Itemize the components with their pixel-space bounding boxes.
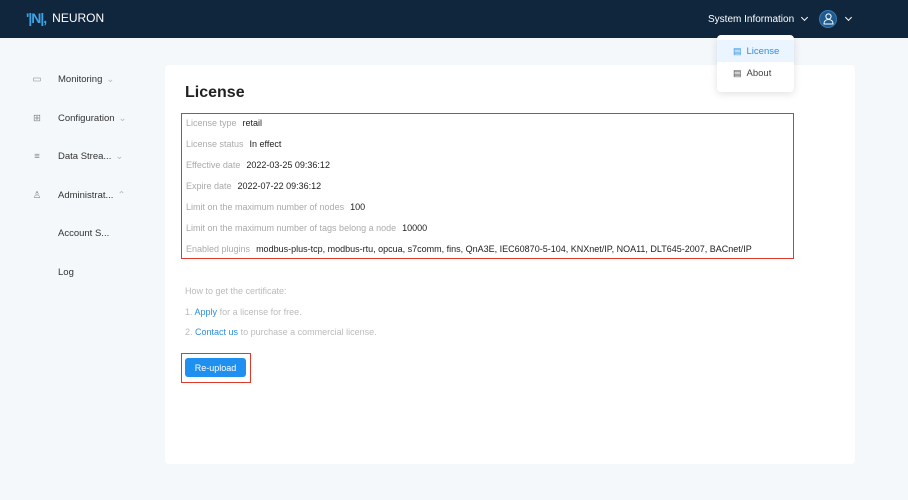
license-card: License License type retail License statu… [165, 65, 855, 464]
field-value: 2022-07-22 09:36:12 [237, 181, 322, 191]
field-value: retail [242, 118, 263, 128]
field-enabled-plugins: Enabled plugins modbus-plus-tcp, modbus-r… [186, 244, 752, 254]
app-name: NEURON [52, 11, 105, 25]
chevron-down-icon [844, 13, 853, 22]
field-value: In effect [249, 139, 282, 149]
field-label: Limit on the maximum number of nodes [186, 202, 345, 212]
step-text: to purchase a commercial license. [240, 327, 377, 337]
user-menu-chevron[interactable] [844, 13, 853, 25]
sidebar-item-label: Administrat... [58, 189, 114, 201]
menu-item-license[interactable]: ▤ License [717, 40, 794, 62]
step-number: 2. [185, 327, 193, 337]
field-value: 100 [350, 202, 366, 212]
chevron-down-icon: ⌄ [118, 112, 127, 124]
system-information-menu[interactable]: System Information [708, 13, 809, 25]
menu-item-label: License [746, 45, 780, 57]
chevron-down-icon: ⌄ [106, 74, 115, 85]
field-max-nodes: Limit on the maximum number of nodes 100 [186, 202, 365, 212]
top-header: '|N|, NEURON System Information [0, 0, 908, 38]
neuron-logo-icon: '|N|, [26, 10, 47, 26]
sidebar-item-log[interactable]: Log [30, 263, 150, 282]
chevron-down-icon [801, 13, 809, 22]
monitor-icon: ▭ [32, 74, 42, 85]
reupload-highlight: Re-upload [181, 353, 251, 383]
sidebar: ▭ Monitoring ⌄ ⊞ Configuration ⌄ ≡ Data Strea… [30, 70, 150, 301]
page-title: License [185, 84, 245, 101]
menu-item-label: About [746, 67, 772, 79]
contact-us-link[interactable]: Contact us [195, 327, 238, 337]
avatar[interactable] [819, 10, 837, 28]
field-license-type: License type retail [186, 118, 262, 128]
sidebar-item-label: Data Strea... [58, 151, 112, 162]
sidebar-item-label: Monitoring [58, 74, 103, 85]
field-label: Effective date [186, 160, 241, 170]
field-label: Enabled plugins [186, 244, 251, 254]
field-expire-date: Expire date 2022-07-22 09:36:12 [186, 181, 321, 191]
sidebar-item-label: Log [58, 266, 74, 278]
field-label: Expire date [186, 181, 232, 191]
user-icon [823, 13, 834, 25]
help-step-2: 2. Contact us to purchase a commercial l… [185, 327, 377, 337]
chevron-down-icon: ⌄ [115, 151, 124, 162]
sidebar-item-label: Account S... [58, 228, 110, 239]
logo[interactable]: '|N|, NEURON [26, 10, 104, 26]
data-stream-icon: ≡ [34, 151, 40, 162]
chevron-up-icon: ⌃ [117, 189, 126, 201]
sidebar-item-monitoring[interactable]: ▭ Monitoring ⌄ [30, 70, 150, 89]
sidebar-item-administration[interactable]: ♙ Administrat... ⌃ [30, 186, 150, 205]
sidebar-item-configuration[interactable]: ⊞ Configuration ⌄ [30, 109, 150, 128]
field-max-tags: Limit on the maximum number of tags belo… [186, 223, 427, 233]
document-icon: ▤ [733, 67, 742, 78]
step-number: 1. [185, 307, 193, 317]
help-heading: How to get the certificate: [185, 286, 287, 296]
reupload-button[interactable]: Re-upload [185, 358, 246, 377]
sidebar-item-label: Configuration [58, 112, 115, 124]
field-value: modbus-plus-tcp, modbus-rtu, opcua, s7co… [256, 244, 752, 254]
license-icon: ▤ [733, 45, 742, 56]
field-label: Limit on the maximum number of tags belo… [186, 223, 397, 233]
sidebar-item-account-settings[interactable]: Account S... [30, 224, 150, 243]
field-label: License status [186, 139, 244, 149]
field-value: 10000 [402, 223, 428, 233]
sidebar-item-data-stream[interactable]: ≡ Data Strea... ⌄ [30, 147, 150, 166]
system-information-label: System Information [708, 14, 795, 25]
config-icon: ⊞ [33, 112, 41, 124]
field-effective-date: Effective date 2022-03-25 09:36:12 [186, 160, 330, 170]
help-step-1: 1. Apply for a license for free. [185, 307, 302, 317]
menu-item-about[interactable]: ▤ About [717, 62, 794, 84]
license-info: License type retail License status In effe… [181, 113, 794, 259]
field-license-status: License status In effect [186, 139, 281, 149]
apply-link[interactable]: Apply [195, 307, 218, 317]
system-information-dropdown: ▤ License ▤ About [717, 35, 794, 92]
field-label: License type [186, 118, 237, 128]
field-value: 2022-03-25 09:36:12 [246, 160, 330, 170]
step-text: for a license for free. [219, 307, 302, 317]
user-icon: ♙ [32, 189, 42, 201]
